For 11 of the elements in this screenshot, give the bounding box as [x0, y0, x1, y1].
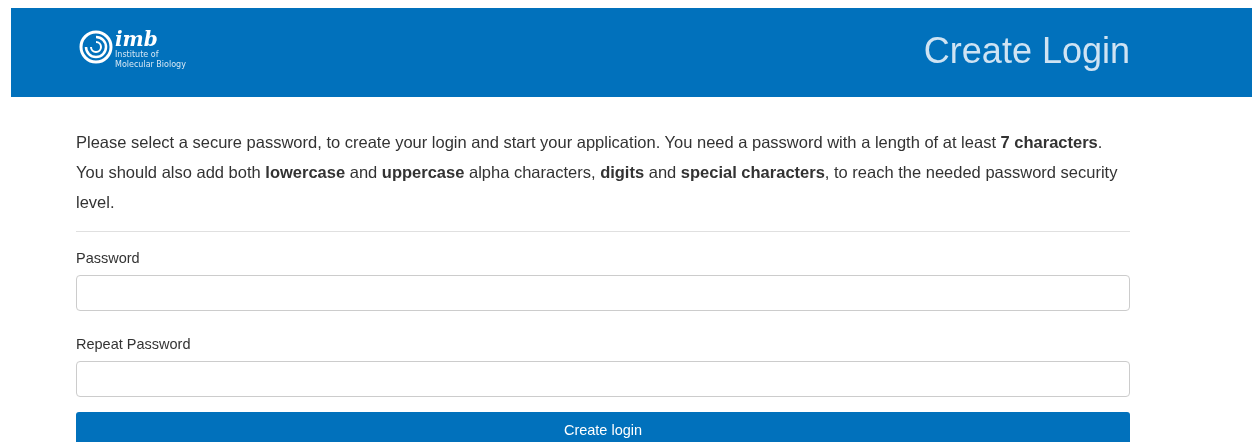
password-field[interactable] — [76, 275, 1130, 311]
swirl-logo-icon — [79, 29, 113, 64]
intro-paragraph: Please select a secure password, to create your login and start your application. You need a password with a length of at least 7 characters. You should also add both lowercase and uppercase alpha characters, digits and special characters, to reach the needed password security level. — [76, 132, 1119, 213]
field-label: Password — [76, 250, 141, 266]
password-field[interactable] — [76, 361, 1130, 397]
create-login-button[interactable]: Create login — [76, 412, 1130, 442]
logo-subtitle: Institute of — [115, 49, 160, 60]
page-title: Create Login — [923, 29, 1130, 72]
logo-wordmark: imb — [115, 27, 158, 50]
logo-subtitle: Molecular Biology — [115, 59, 186, 70]
field-label: Repeat Password — [76, 336, 192, 352]
